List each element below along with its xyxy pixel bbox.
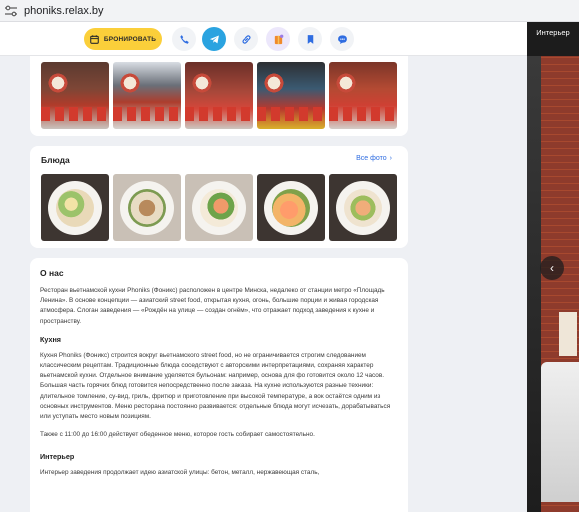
address-bar[interactable]: phoniks.relax.by (0, 0, 579, 22)
interior-photo-thumb[interactable] (113, 62, 181, 129)
dishes-card: Блюда Все фото › (30, 146, 408, 248)
lunch-menu-text: Также с 11:00 до 16:00 действует обеденн… (40, 431, 315, 439)
gift-icon (274, 34, 283, 44)
chevron-right-icon: › (389, 155, 392, 162)
url-text[interactable]: phoniks.relax.by (24, 5, 104, 17)
link-icon (241, 34, 251, 44)
about-card: О нас Ресторан вьетнамской кухни Phoniks… (30, 258, 408, 512)
dishes-title: Блюда (41, 155, 70, 165)
interior-heading: Интерьер (40, 452, 75, 462)
chat-button[interactable] (330, 27, 354, 51)
dish-photo-thumb[interactable] (113, 174, 181, 241)
all-photos-link[interactable]: Все фото › (356, 155, 392, 162)
telegram-icon (209, 34, 219, 43)
dish-photo-thumb[interactable] (185, 174, 253, 241)
bookmark-button[interactable] (298, 27, 322, 51)
telegram-button[interactable] (202, 27, 226, 51)
kitchen-heading: Кухня (40, 334, 62, 344)
interior-photo-thumb[interactable] (41, 62, 109, 129)
interior-text: Интерьер заведения продолжает идею азиат… (40, 469, 320, 477)
book-button[interactable]: БРОНИРОВАТЬ (84, 28, 162, 50)
gift-button[interactable] (266, 27, 290, 51)
dish-photo-thumb[interactable] (41, 174, 109, 241)
media-viewer-panel: Интерьер ‹ (527, 22, 579, 512)
book-button-label: БРОНИРОВАТЬ (103, 35, 157, 43)
phone-button[interactable] (172, 27, 196, 51)
phone-icon (179, 34, 189, 44)
bookmark-icon (307, 34, 313, 44)
all-photos-label: Все фото (356, 155, 387, 162)
chat-icon (337, 34, 347, 44)
site-settings-icon[interactable] (4, 5, 18, 17)
dish-photo-thumb[interactable] (329, 174, 397, 241)
previous-photo-button[interactable]: ‹ (540, 256, 564, 280)
interior-gallery-card (30, 56, 408, 136)
about-title: О нас (40, 268, 64, 278)
media-panel-title: Интерьер (536, 28, 570, 37)
link-button[interactable] (234, 27, 258, 51)
interior-photo-thumb[interactable] (185, 62, 253, 129)
chevron-left-icon: ‹ (550, 261, 554, 275)
dish-photo-thumb[interactable] (257, 174, 325, 241)
kitchen-text: Кухня Phoniks (Фоникс) строится вокруг в… (40, 351, 391, 421)
interior-photo-thumb[interactable] (257, 62, 325, 129)
interior-photo-thumb[interactable] (329, 62, 397, 129)
calendar-icon (90, 34, 99, 44)
action-bar: БРОНИРОВАТЬ (0, 22, 527, 56)
about-intro-text: Ресторан вьетнамской кухни Phoniks (Фони… (40, 287, 385, 325)
